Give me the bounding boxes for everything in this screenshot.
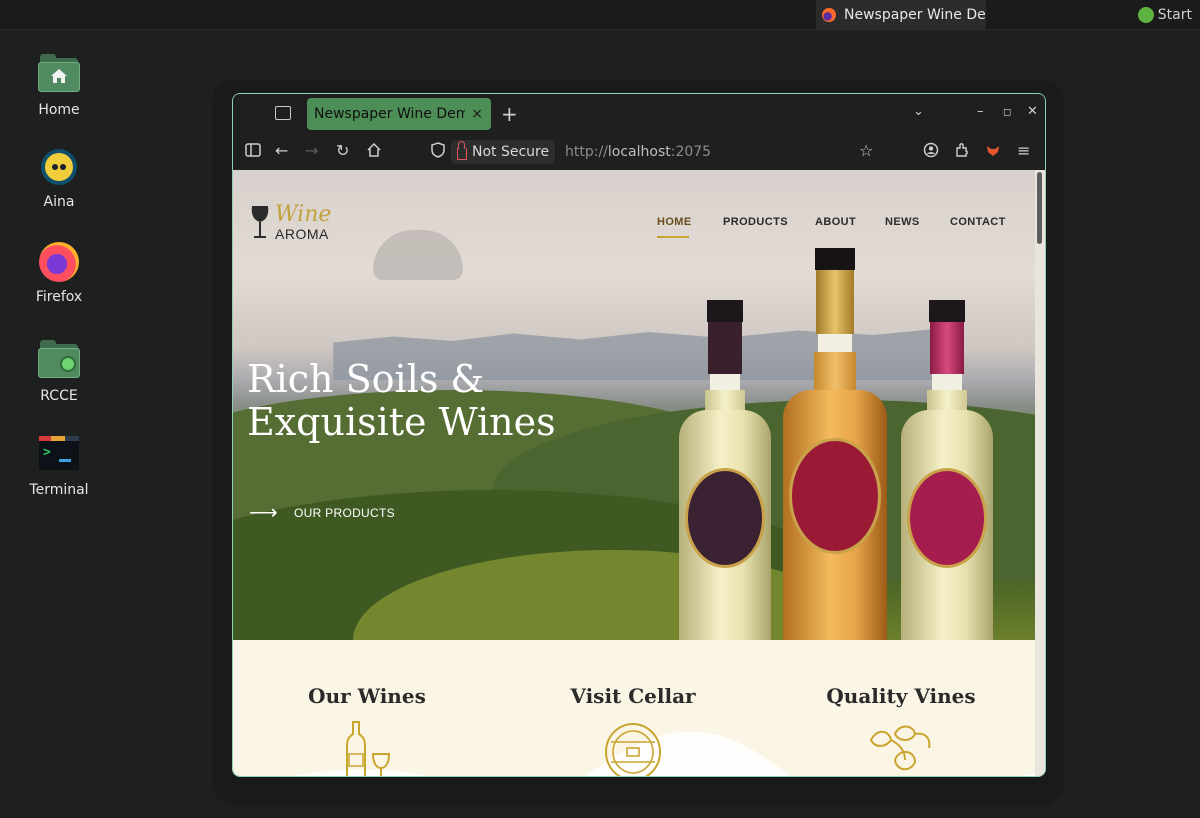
- scrollbar-thumb[interactable]: [1037, 172, 1042, 244]
- url-field[interactable]: http://localhost:2075: [565, 144, 711, 160]
- rcce-folder-icon: [38, 340, 80, 382]
- back-arrow-icon[interactable]: ←: [275, 141, 288, 160]
- hero-section: Wine AROMA HOME PRODUCTS ABOUT NEWS CONT…: [233, 170, 1035, 640]
- taskbar-firefox-window[interactable]: Newspaper Wine De...: [816, 0, 986, 29]
- feature-our-wines[interactable]: Our Wines: [267, 684, 467, 776]
- desktop-icon-label: Terminal: [29, 482, 89, 498]
- feature-quality-vines[interactable]: Quality Vines: [801, 684, 1001, 771]
- site-nav-contact[interactable]: CONTACT: [950, 216, 1006, 228]
- browser-window: Newspaper Wine Demo × + ⌄ – ◻ ✕ ← → ↻ No…: [232, 93, 1046, 777]
- desktop-icon-home[interactable]: Home: [20, 54, 98, 118]
- forward-arrow-icon[interactable]: →: [305, 141, 318, 160]
- site-nav-active-underline: [657, 236, 689, 238]
- bottle-cardinal-white: [901, 300, 993, 640]
- feature-title: Our Wines: [308, 684, 426, 708]
- features-section: Our Wines Visit Cellar Quality Vines: [233, 640, 1035, 776]
- feature-title: Visit Cellar: [570, 684, 696, 708]
- aina-icon: [38, 146, 80, 188]
- security-label: Not Secure: [472, 144, 550, 160]
- top-panel: Newspaper Wine De... Start: [0, 0, 1200, 30]
- nav-bar: ← → ↻ Not Secure http://localhost:2075 ☆…: [233, 134, 1045, 170]
- barrel-icon: [605, 723, 661, 776]
- start-icon: [1137, 7, 1154, 23]
- extensions-icon[interactable]: [954, 142, 970, 162]
- site-nav-news[interactable]: NEWS: [885, 216, 920, 228]
- page-scrollbar[interactable]: [1035, 170, 1045, 776]
- desktop-icon-label: Aina: [43, 194, 75, 210]
- site-nav-about[interactable]: ABOUT: [815, 216, 856, 228]
- vine-leaves-icon: [869, 725, 931, 771]
- insecure-lock-icon: [457, 141, 467, 160]
- hero-cta-label: OUR PRODUCTS: [293, 506, 395, 520]
- desktop-icon-aina[interactable]: Aina: [20, 146, 98, 210]
- url-host: localhost: [607, 144, 671, 160]
- logo-wordmark-wine: Wine: [275, 202, 332, 227]
- desktop-icon-firefox[interactable]: Firefox: [20, 241, 98, 305]
- desktop-icon-label: RCCE: [40, 388, 78, 404]
- bookmark-star-icon[interactable]: ☆: [859, 141, 873, 160]
- start-button[interactable]: Start: [1137, 5, 1192, 25]
- close-window-icon[interactable]: ✕: [1027, 104, 1038, 119]
- firefox-icon: [38, 241, 80, 283]
- taskbar-window-title: Newspaper Wine De...: [844, 6, 986, 23]
- tab-list-icon[interactable]: [275, 106, 291, 120]
- menu-hamburger-icon[interactable]: ≡: [1017, 141, 1030, 160]
- tab-active[interactable]: Newspaper Wine Demo ×: [307, 98, 491, 130]
- sidebar-toggle-icon[interactable]: [245, 142, 261, 161]
- hero-title: Rich Soils & Exquisite Wines: [247, 358, 607, 444]
- hero-title-line1: Rich Soils &: [247, 357, 485, 401]
- page-viewport: Wine AROMA HOME PRODUCTS ABOUT NEWS CONT…: [233, 170, 1045, 776]
- feature-visit-cellar[interactable]: Visit Cellar: [533, 684, 733, 776]
- home-folder-icon: [38, 54, 80, 96]
- new-tab-button[interactable]: +: [501, 102, 518, 126]
- logo-wordmark-aroma: AROMA: [275, 226, 329, 242]
- minimize-icon[interactable]: –: [977, 104, 984, 119]
- url-scheme: http://: [565, 144, 608, 160]
- desktop-icon-terminal[interactable]: > Terminal: [20, 434, 98, 498]
- bottle-cardinal-gold: [783, 248, 887, 640]
- start-label: Start: [1157, 7, 1192, 23]
- reload-icon[interactable]: ↻: [336, 141, 349, 160]
- our-products-link[interactable]: ⟶ OUR PRODUCTS: [249, 502, 395, 524]
- firefox-icon: [822, 7, 836, 22]
- desktop-icon-rcce[interactable]: RCCE: [20, 340, 98, 404]
- feature-title: Quality Vines: [826, 684, 976, 708]
- desktop-icon-label: Firefox: [35, 289, 83, 305]
- wine-glass-logo-icon: [251, 206, 269, 238]
- site-nav-products[interactable]: PRODUCTS: [723, 216, 788, 228]
- bottle-episcopal: [679, 300, 771, 640]
- arrow-right-icon: ⟶: [249, 502, 278, 524]
- not-secure-badge[interactable]: Not Secure: [451, 140, 556, 164]
- tab-overflow-chevron-icon[interactable]: ⌄: [913, 104, 924, 119]
- url-port: :2075: [670, 144, 712, 160]
- site-logo[interactable]: Wine AROMA: [249, 202, 349, 242]
- hero-title-line2: Exquisite Wines: [247, 400, 556, 444]
- account-icon[interactable]: [923, 142, 939, 162]
- wine-bottle-glass-icon: [346, 721, 391, 776]
- tab-bar: Newspaper Wine Demo × + ⌄ – ◻ ✕: [233, 94, 1045, 134]
- tab-close-icon[interactable]: ×: [471, 106, 483, 122]
- hero-cloud: [373, 230, 463, 280]
- shield-icon[interactable]: [431, 142, 445, 162]
- extension-fox-icon[interactable]: [985, 142, 1001, 162]
- desktop-icon-label: Home: [38, 102, 80, 118]
- maximize-icon[interactable]: ◻: [1003, 107, 1011, 118]
- home-icon[interactable]: [366, 142, 382, 161]
- tab-title: Newspaper Wine Demo: [314, 106, 466, 122]
- site-nav-home[interactable]: HOME: [657, 216, 692, 228]
- terminal-icon: >: [38, 434, 80, 476]
